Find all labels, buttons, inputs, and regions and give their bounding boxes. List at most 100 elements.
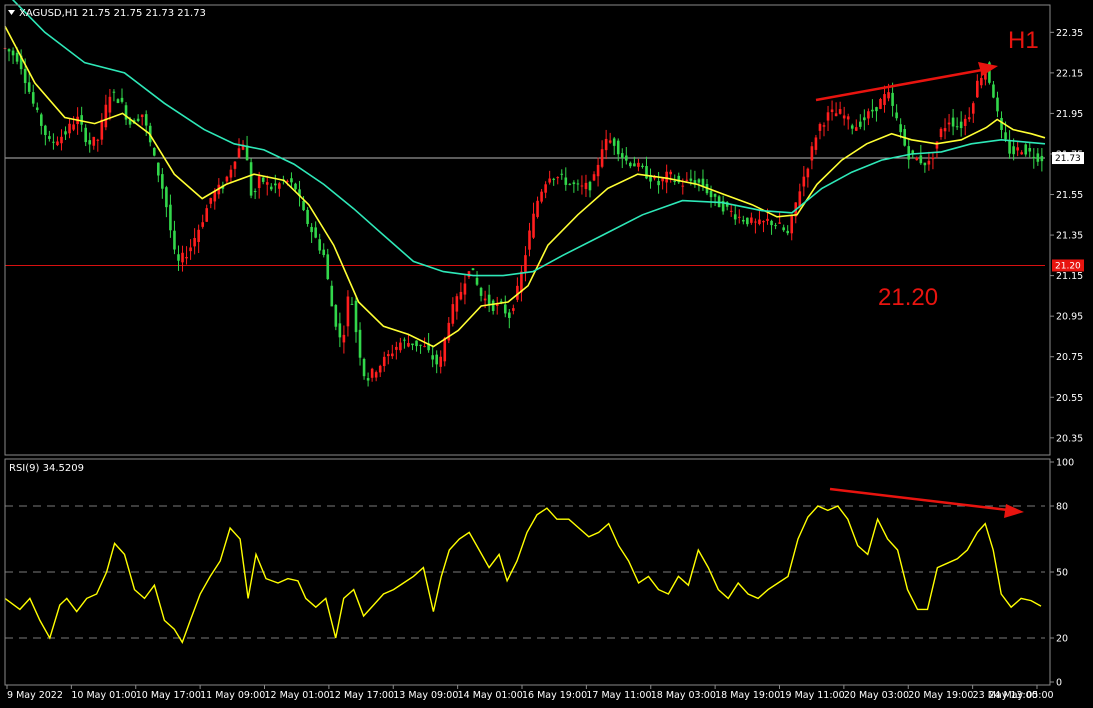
candle-body <box>60 136 63 144</box>
candle-body <box>318 239 321 251</box>
candle-body <box>681 185 685 187</box>
candle-body <box>64 131 67 135</box>
candle-body <box>92 136 96 146</box>
candle-body <box>152 148 156 156</box>
candle-body <box>947 122 951 125</box>
candle-body <box>850 125 854 129</box>
candle-body <box>758 219 761 225</box>
candle-body <box>108 96 112 113</box>
candle-body <box>7 49 11 52</box>
candle-body <box>44 125 47 136</box>
candle-body <box>532 213 535 238</box>
candle-body <box>11 50 15 56</box>
candle-body <box>931 157 935 160</box>
candle-body <box>330 285 334 307</box>
candle-body <box>754 221 757 223</box>
level-price-tag: 21.20 <box>1052 259 1084 272</box>
candle-body <box>786 230 789 234</box>
candle-body <box>88 140 92 145</box>
candle-body <box>737 216 741 218</box>
candle-body <box>68 123 71 134</box>
candle-body <box>822 125 826 127</box>
candle-body <box>31 92 35 104</box>
candle-body <box>294 183 297 190</box>
candle-body <box>859 121 862 127</box>
candle-body <box>1020 152 1023 155</box>
candle-body <box>576 183 580 185</box>
candle-body <box>403 339 406 341</box>
candle-body <box>23 68 27 84</box>
candle-body <box>423 346 426 348</box>
candle-body <box>326 254 330 280</box>
rsi-title: RSI(9) 34.5209 <box>9 463 84 474</box>
candle-body <box>560 173 564 175</box>
candle-body <box>382 356 386 367</box>
candle-body <box>407 342 410 347</box>
candle-body <box>951 117 955 127</box>
candle-body <box>620 153 624 159</box>
candle-body <box>15 52 19 62</box>
candle-body <box>459 291 463 300</box>
candle-body <box>144 114 148 126</box>
time-axis-label: 13 May 09:00 <box>393 690 458 701</box>
candle-body <box>750 217 753 223</box>
candle-body <box>548 178 551 183</box>
time-axis-label: 20 May 03:00 <box>844 690 909 701</box>
candle-body <box>1004 132 1007 140</box>
candle-body <box>536 200 539 217</box>
candle-body <box>592 174 596 181</box>
candle-body <box>229 169 233 178</box>
candle-body <box>520 271 523 293</box>
candle-body <box>806 168 810 178</box>
candle-body <box>269 186 273 190</box>
candle-body <box>971 103 975 114</box>
candle-body <box>233 161 237 169</box>
candle-body <box>161 174 164 189</box>
candle-body <box>709 190 713 198</box>
candle-body <box>205 208 209 222</box>
candle-body <box>689 178 693 181</box>
candle-body <box>923 162 927 166</box>
candle-body <box>996 97 999 112</box>
candle-body <box>959 121 963 129</box>
candle-body <box>399 342 402 351</box>
candle-body <box>1040 155 1044 162</box>
candle-body <box>802 176 806 187</box>
timeframe-annotation: H1 <box>1008 27 1039 54</box>
candle-body <box>391 353 394 357</box>
candle-body <box>600 149 604 167</box>
time-axis-label: 12 May 01:00 <box>265 690 330 701</box>
time-axis-label: 20 May 19:00 <box>908 690 973 701</box>
candle-body <box>140 114 144 118</box>
candle-body <box>52 141 55 143</box>
candle-body <box>100 119 104 140</box>
candle-body <box>875 107 878 112</box>
time-axis-label: 10 May 17:00 <box>136 690 201 701</box>
candle-body <box>169 204 172 231</box>
candle-body <box>967 117 971 120</box>
candle-body <box>891 92 894 106</box>
candle-body <box>1032 156 1036 159</box>
price-axis-label: 20.35 <box>1056 433 1083 444</box>
candle-body <box>443 337 447 362</box>
candle-body <box>895 112 898 119</box>
candle-body <box>370 368 374 378</box>
time-axis-label: 16 May 19:00 <box>522 690 587 701</box>
candle-body <box>810 146 814 161</box>
candle-body <box>136 118 140 122</box>
candle-body <box>790 215 794 234</box>
candle-body <box>540 191 543 202</box>
candle-body <box>463 283 467 295</box>
candle-body <box>992 84 995 98</box>
candle-body <box>729 210 733 212</box>
candle-body <box>173 230 176 250</box>
candle-body <box>830 109 834 113</box>
candle-body <box>306 209 309 224</box>
candle-body <box>40 114 43 126</box>
price-axis-label: 22.15 <box>1056 68 1083 79</box>
price-axis-label: 20.55 <box>1056 393 1083 404</box>
candle-body <box>181 252 184 263</box>
candle-body <box>48 136 51 139</box>
candle-body <box>762 220 765 223</box>
rsi-axis-label: 100 <box>1056 458 1074 469</box>
